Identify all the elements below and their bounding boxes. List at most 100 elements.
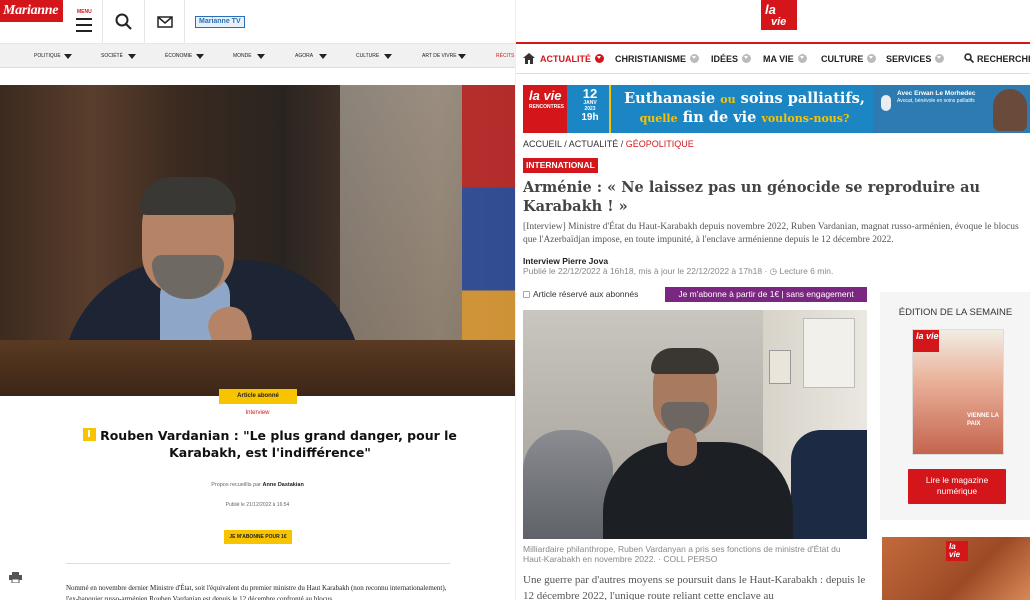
nav-idees-label: IDÉES — [711, 54, 739, 64]
nav-agora[interactable]: AGORA — [295, 44, 313, 68]
chevron-down-icon[interactable] — [257, 54, 265, 59]
weekly-edition-title: ÉDITION DE LA SEMAINE — [898, 307, 1013, 318]
marianne-nav: POLITIQUE SOCIÉTÉ ÉCONOMIE MONDE AGORA C… — [0, 44, 515, 68]
nav-recits[interactable]: RÉCITS ON — [496, 44, 515, 68]
chevron-down-icon[interactable] — [458, 54, 466, 59]
subscriber-badge: Article abonné — [219, 389, 297, 404]
banner-title-part: Euthanasie — [624, 90, 716, 107]
nav-ma-vie[interactable]: MA VIE — [763, 44, 807, 74]
banner-guest: Avec Erwan Le Morhedec Avocat, bénévole … — [873, 85, 1030, 133]
banner-logo-sub: RENCONTRES — [529, 104, 565, 110]
banner-logo-text: la vie — [529, 88, 562, 103]
article-photo — [523, 310, 867, 539]
article-body: Nommé en novembre dernier Ministre d'Éta… — [66, 584, 447, 600]
nav-search[interactable]: RECHERCHER — [964, 44, 1030, 74]
search-icon — [115, 13, 132, 30]
premium-icon — [83, 428, 97, 441]
chevron-down-icon[interactable] — [319, 54, 327, 59]
divider — [66, 563, 450, 564]
marianne-page: Marianne MENU Marianne TV POLITIQUE SOCI… — [0, 0, 515, 600]
marianne-tv-link[interactable]: Marianne TV — [195, 16, 245, 28]
banner-day: 12 — [582, 86, 598, 101]
banner-title: Euthanasie ou soins palliatifs, quelle f… — [617, 90, 872, 128]
article-rubric[interactable]: Interview — [0, 410, 515, 416]
nav-politique[interactable]: POLITIQUE — [34, 44, 61, 68]
banner-logo: la vie RENCONTRES — [523, 85, 567, 133]
chevron-down-icon — [742, 54, 752, 63]
chevron-down-icon[interactable] — [384, 54, 392, 59]
nav-art-de-vivre[interactable]: ART DE VIVRE — [422, 44, 457, 68]
banner-guest-text: Avec Erwan Le Morhedec Avocat, bénévole … — [897, 90, 997, 105]
promo-banner[interactable]: la vie — [882, 537, 1030, 600]
breadcrumb-current[interactable]: GÉOPOLITIQUE — [626, 139, 694, 149]
cover-logo: la vie — [913, 330, 939, 352]
banner-title-conj: quelle — [639, 112, 678, 125]
lavie-nav: ACTUALITÉ CHRISTIANISME IDÉES MA VIE CUL… — [516, 44, 1030, 74]
nav-culture[interactable]: CULTURE — [356, 44, 379, 68]
reserved-text: Article réservé aux abonnés — [533, 289, 639, 299]
promo-logo: la vie — [946, 541, 968, 561]
hamburger-icon — [76, 18, 92, 32]
chevron-down-icon[interactable] — [128, 54, 136, 59]
chevron-down-icon — [595, 54, 604, 63]
lavie-logo-line1: la — [765, 2, 776, 17]
lavie-logo[interactable]: la vie — [761, 0, 797, 30]
section-tag[interactable]: INTERNATIONAL — [523, 158, 598, 173]
article-meta: Publié le 22/12/2022 à 16h18, mis à jour… — [523, 266, 834, 276]
marianne-header: Marianne MENU Marianne TV — [0, 0, 515, 44]
nav-services[interactable]: SERVICES — [886, 44, 945, 74]
chevron-down-icon[interactable] — [196, 54, 204, 59]
print-icon[interactable] — [9, 572, 22, 583]
cover-headline: VIENNE LA PAIX — [967, 413, 999, 427]
article-title: Arménie : « Ne laissez pas un génocide s… — [523, 179, 981, 215]
breadcrumb: ACCUEIL / ACTUALITÉ / GÉOPOLITIQUE — [523, 139, 694, 149]
chevron-down-icon — [935, 54, 945, 63]
article-hero-photo — [0, 85, 515, 396]
nav-culture-label: CULTURE — [821, 54, 864, 64]
nav-monde[interactable]: MONDE — [233, 44, 252, 68]
search-icon — [964, 53, 975, 64]
banner-title-conj: voulons-nous? — [761, 112, 850, 125]
nav-economie[interactable]: ÉCONOMIE — [165, 44, 192, 68]
nav-actualite-label: ACTUALITÉ — [540, 54, 591, 64]
photo-caption: Milliardaire philanthrope, Ruben Vardany… — [523, 544, 841, 564]
microphone-icon — [881, 95, 891, 111]
article-title-text: Rouben Vardanian : "Le plus grand danger… — [100, 428, 457, 460]
marianne-logo[interactable]: Marianne — [0, 0, 63, 22]
read-magazine-button[interactable]: Lire le magazine numérique — [908, 469, 1006, 504]
nav-culture[interactable]: CULTURE — [821, 44, 877, 74]
chevron-down-icon[interactable] — [64, 54, 72, 59]
article-author[interactable]: Interview Pierre Jova — [523, 256, 608, 266]
nav-services-label: SERVICES — [886, 54, 932, 64]
breadcrumb-home[interactable]: ACCUEIL — [523, 139, 562, 149]
nav-ma-vie-label: MA VIE — [763, 54, 794, 64]
event-banner[interactable]: la vie RENCONTRES 12 JANV 2023 19h Euthan… — [523, 85, 1030, 133]
nav-idees[interactable]: IDÉES — [711, 44, 752, 74]
subscribe-button[interactable]: Je m'abonne à partir de 1€ | sans engage… — [665, 287, 867, 302]
banner-guest-name: Avec Erwan Le Morhedec — [897, 90, 976, 97]
home-icon[interactable] — [523, 53, 535, 64]
lavie-logo-line2: vie — [771, 16, 787, 28]
mail-icon — [157, 16, 173, 28]
article-lead: [Interview] Ministre d'État du Haut-Kara… — [523, 222, 1019, 245]
article-byline: Propos recueillis par Anne Dastakian — [0, 482, 515, 488]
nav-christianisme[interactable]: CHRISTIANISME — [615, 44, 700, 74]
reserved-notice: Article réservé aux abonnés — [523, 289, 638, 299]
menu-button[interactable]: MENU — [63, 0, 103, 44]
nav-societe[interactable]: SOCIÉTÉ — [101, 44, 123, 68]
breadcrumb-section[interactable]: ACTUALITÉ — [569, 139, 619, 149]
byline-author[interactable]: Anne Dastakian — [263, 482, 304, 488]
newsletter-button[interactable] — [145, 0, 185, 44]
nav-actualite[interactable]: ACTUALITÉ — [540, 44, 604, 74]
article-title: Rouben Vardanian : "Le plus grand danger… — [70, 427, 470, 461]
subscribe-button[interactable]: JE M'ABONNE POUR 1€ — [224, 530, 292, 544]
magazine-cover[interactable]: la vie VIENNE LA PAIX — [912, 329, 1004, 455]
weekly-edition-box: ÉDITION DE LA SEMAINE la vie VIENNE LA P… — [880, 292, 1030, 520]
chevron-down-icon — [690, 54, 700, 63]
chevron-down-icon — [797, 54, 807, 63]
lock-icon — [523, 291, 530, 298]
banner-date: 12 JANV 2023 19h — [575, 86, 605, 124]
search-button[interactable] — [103, 0, 145, 44]
banner-divider — [609, 85, 611, 133]
breadcrumb-sep: / — [561, 139, 569, 149]
